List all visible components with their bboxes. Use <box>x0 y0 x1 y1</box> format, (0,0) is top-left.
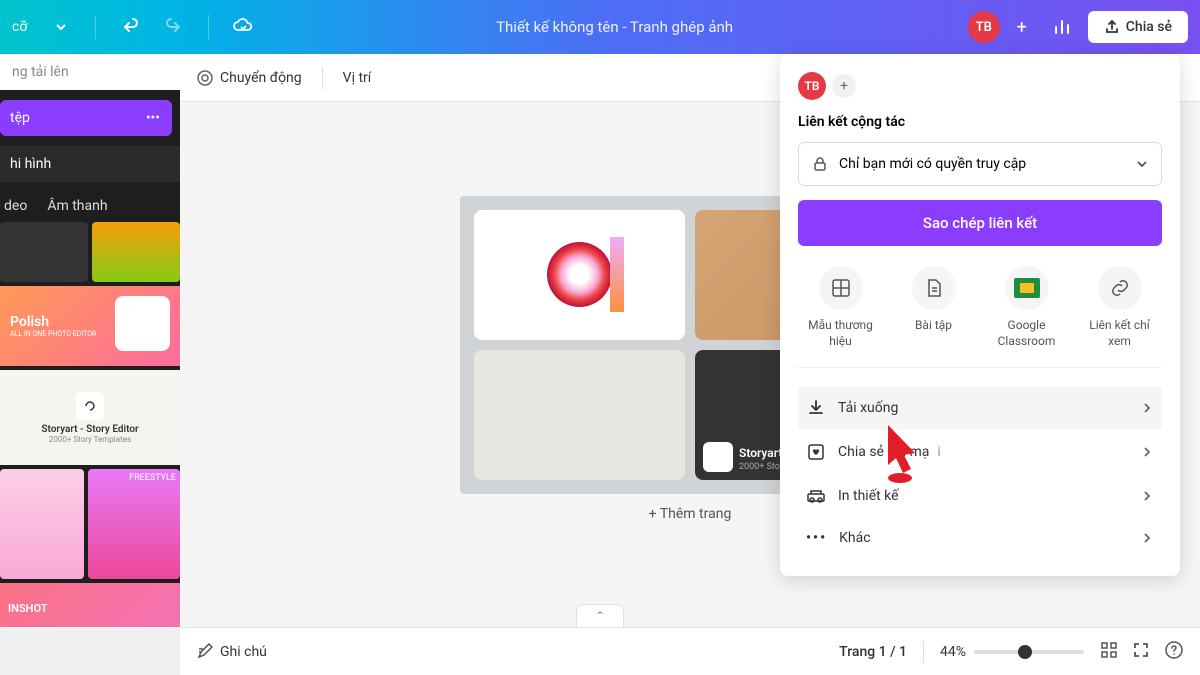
chevron-right-icon <box>1140 531 1154 545</box>
link-icon <box>1098 266 1142 310</box>
bottom-bar: Ghi chú Trang 1 / 1 44% <box>180 627 1200 675</box>
download-icon <box>806 398 826 418</box>
analytics-icon[interactable] <box>1044 9 1080 45</box>
upload-icon <box>1104 19 1120 35</box>
print-action[interactable]: In thiết kế <box>798 474 1162 518</box>
page-indicator[interactable]: Trang 1 / 1 <box>839 644 907 660</box>
chevron-down-icon[interactable] <box>43 9 79 45</box>
animate-button[interactable]: Chuyển động <box>196 69 302 87</box>
grid-view-icon[interactable] <box>1100 641 1118 663</box>
media-thumb-inshot[interactable]: INSHOT <box>0 583 180 627</box>
upload-button[interactable]: tệp ••• <box>0 100 172 136</box>
share-social-action[interactable]: Chia sẻ lên mạ i <box>798 430 1162 474</box>
share-panel: TB + Liên kết cộng tác Chỉ bạn mới có qu… <box>780 54 1180 576</box>
document-icon <box>912 266 956 310</box>
pointer-cursor-annotation <box>873 420 928 489</box>
media-thumb[interactable] <box>92 222 180 282</box>
chevron-right-icon <box>1140 445 1154 459</box>
left-panel: ng tải lên tệp ••• hi hình deo Âm thanh … <box>0 54 180 627</box>
collage-tile[interactable] <box>474 210 685 340</box>
share-button[interactable]: Chia sẻ <box>1088 11 1188 43</box>
more-action[interactable]: ••• Khác <box>798 518 1162 558</box>
chevron-right-icon <box>1140 401 1154 415</box>
classroom-icon <box>1005 266 1049 310</box>
search-input[interactable]: ng tải lên <box>0 54 180 90</box>
heart-icon <box>806 442 826 462</box>
share-option-brand[interactable]: Mẫu thương hiệu <box>798 266 883 349</box>
zoom-slider[interactable] <box>974 650 1084 654</box>
page-expand-tab[interactable]: ⌃ <box>576 604 624 627</box>
notes-button[interactable]: Ghi chú <box>196 643 267 661</box>
notes-icon <box>196 643 214 661</box>
share-option-viewlink[interactable]: Liên kết chỉ xem <box>1077 266 1162 349</box>
media-thumb[interactable] <box>0 469 84 579</box>
media-thumb-polish[interactable]: Polish ALL IN ONE PHOTO EDITOR <box>0 286 180 366</box>
share-option-classroom[interactable]: Google Classroom <box>984 266 1069 349</box>
tab-video[interactable]: deo <box>4 198 27 214</box>
more-icon[interactable]: ••• <box>138 106 168 130</box>
download-action[interactable]: Tải xuống <box>798 386 1162 430</box>
user-avatar[interactable]: TB <box>798 72 826 100</box>
redo-icon[interactable] <box>156 9 192 45</box>
copy-link-button[interactable]: Sao chép liên kết <box>798 200 1162 246</box>
media-thumb-storyart[interactable]: Storyart - Story Editor 2000+ Story Temp… <box>0 370 180 465</box>
lock-icon <box>811 155 829 173</box>
collage-tile[interactable] <box>474 350 685 480</box>
animate-icon <box>196 69 214 87</box>
user-avatar[interactable]: TB <box>968 11 1000 43</box>
resize-label[interactable]: cỡ <box>12 19 27 35</box>
camera-lens-graphic <box>547 242 612 307</box>
record-button[interactable]: hi hình <box>0 146 180 182</box>
add-person-icon[interactable]: + <box>832 74 856 98</box>
undo-icon[interactable] <box>112 9 148 45</box>
share-option-assignment[interactable]: Bài tập <box>891 266 976 349</box>
print-icon <box>806 486 826 506</box>
add-page-button[interactable]: + Thêm trang <box>637 494 744 534</box>
fullscreen-icon[interactable] <box>1132 641 1150 663</box>
position-button[interactable]: Vị trí <box>343 70 372 86</box>
top-bar: cỡ Thiết kế không tên - Tranh ghép ảnh T… <box>0 0 1200 54</box>
add-member-icon[interactable]: + <box>1008 13 1036 41</box>
template-icon <box>819 266 863 310</box>
chevron-down-icon <box>1135 157 1149 171</box>
help-icon[interactable] <box>1164 640 1184 664</box>
zoom-control[interactable]: 44% <box>940 644 1084 660</box>
chevron-right-icon <box>1140 489 1154 503</box>
media-thumb[interactable] <box>0 222 88 282</box>
tab-audio[interactable]: Âm thanh <box>47 198 107 214</box>
cloud-sync-icon[interactable] <box>225 9 261 45</box>
collab-title: Liên kết cộng tác <box>798 114 1162 130</box>
more-icon: ••• <box>806 530 827 546</box>
access-dropdown[interactable]: Chỉ bạn mới có quyền truy cập <box>798 142 1162 186</box>
media-thumb[interactable]: FREESTYLE <box>88 469 180 579</box>
document-title[interactable]: Thiết kế không tên - Tranh ghép ảnh <box>261 18 967 36</box>
